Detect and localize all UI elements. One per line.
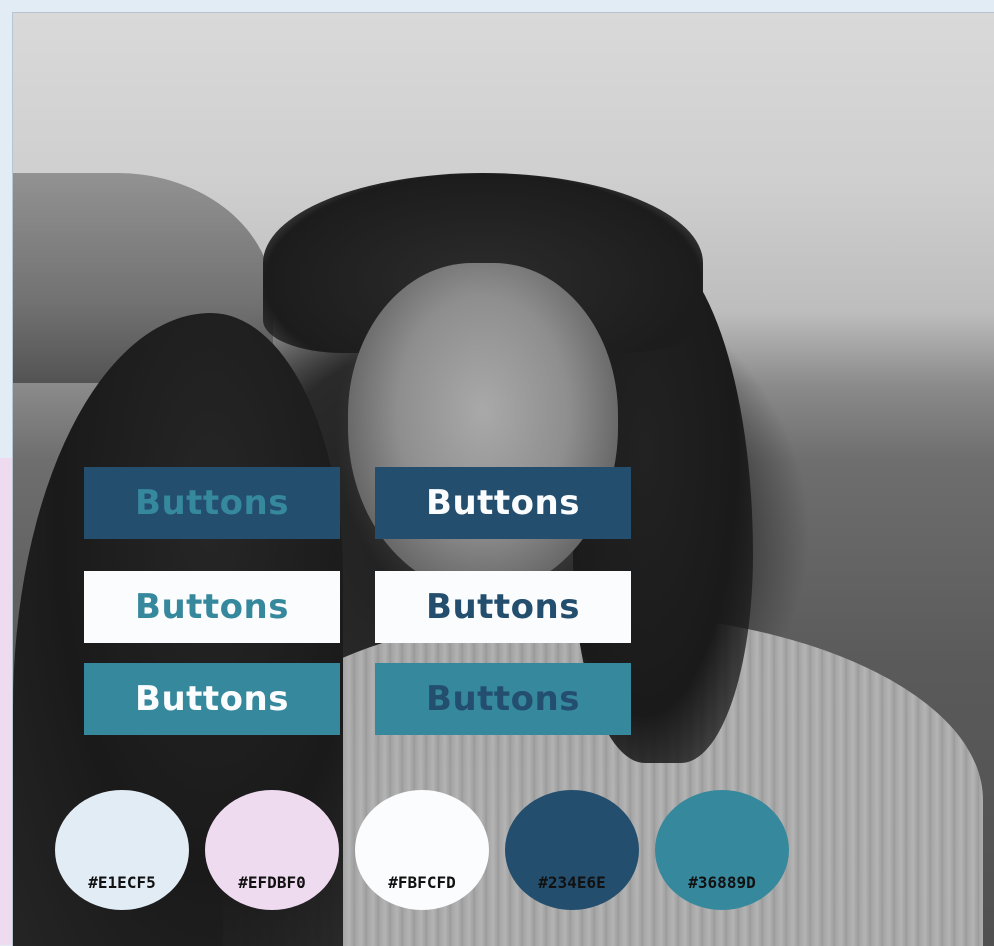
button-teal-white-text[interactable]: Buttons — [84, 663, 340, 735]
button-navy-white-text[interactable]: Buttons — [375, 467, 631, 539]
button-white-navy-text[interactable]: Buttons — [375, 571, 631, 643]
swatch-hex-label: #FBFCFD — [388, 873, 456, 892]
color-swatch-light-blue: #E1ECF5 — [55, 790, 189, 910]
photo-face — [348, 263, 618, 593]
button-white-teal-text[interactable]: Buttons — [84, 571, 340, 643]
swatch-hex-label: #E1ECF5 — [88, 873, 156, 892]
swatch-hex-label: #234E6E — [538, 873, 606, 892]
color-swatch-pink: #EFDBF0 — [205, 790, 339, 910]
swatch-hex-label: #36889D — [688, 873, 756, 892]
swatch-hex-label: #EFDBF0 — [238, 873, 306, 892]
button-teal-navy-text[interactable]: Buttons — [375, 663, 631, 735]
color-swatch-navy: #234E6E — [505, 790, 639, 910]
color-swatch-teal: #36889D — [655, 790, 789, 910]
button-navy-teal-text[interactable]: Buttons — [84, 467, 340, 539]
palette-background-strip — [0, 458, 12, 945]
color-swatch-white: #FBFCFD — [355, 790, 489, 910]
